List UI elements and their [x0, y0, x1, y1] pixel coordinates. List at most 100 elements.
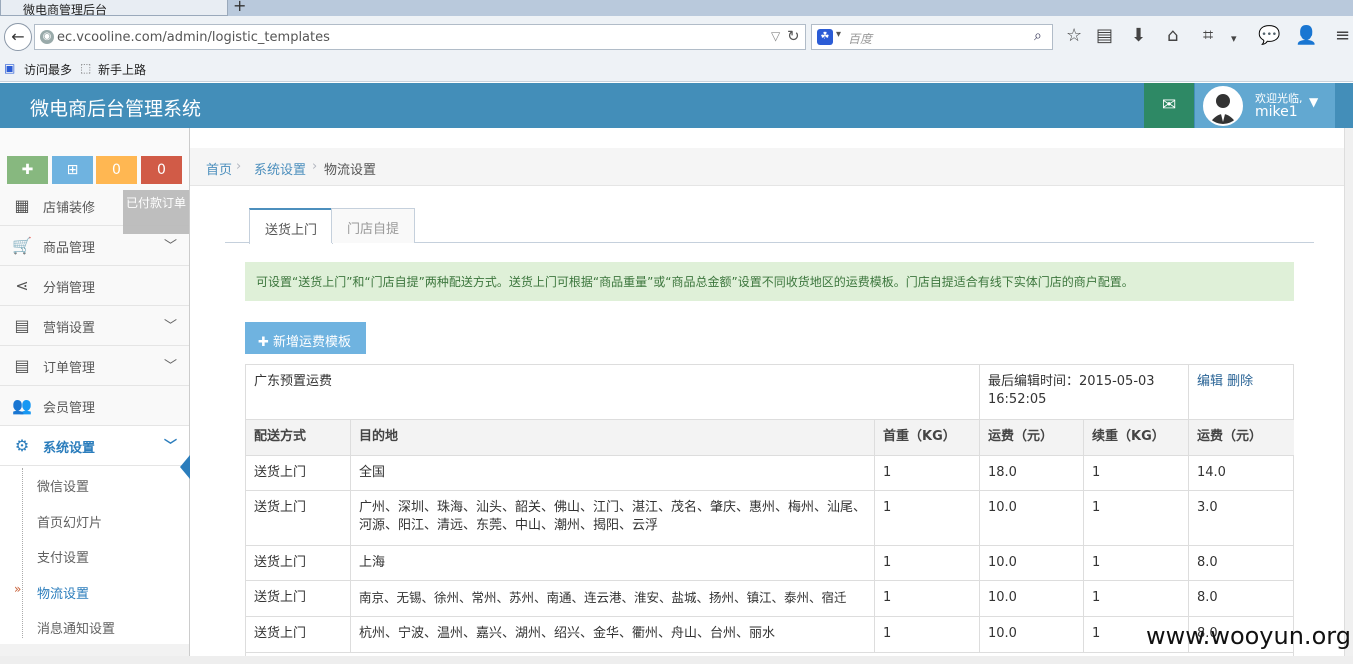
address-bar[interactable]: ◉ ec.vcooline.com/admin/logistic_templat…: [34, 24, 806, 50]
engine-dropdown-icon[interactable]: ▾: [836, 29, 841, 40]
horizontal-scrollbar[interactable]: [0, 656, 1353, 664]
add-shortcut-button[interactable]: ✚: [7, 156, 48, 184]
add-template-button[interactable]: ✚ 新增运费模板: [245, 322, 366, 354]
crop-dropdown-icon[interactable]: ▾: [1231, 29, 1237, 49]
sidebar-subitem-payment[interactable]: 支付设置: [0, 537, 189, 573]
sidebar-item-members[interactable]: 👥 会员管理: [0, 386, 189, 426]
dropdown-icon[interactable]: ▽: [771, 29, 780, 43]
last-edit-time: 16:52:05: [988, 392, 1047, 407]
reload-icon[interactable]: ↻: [787, 27, 800, 45]
menu-icon[interactable]: ≡: [1335, 26, 1350, 46]
grid-shortcut-button[interactable]: ⊞: [52, 156, 93, 184]
sidebar-item-marketing[interactable]: ▤ 营销设置 ﹀: [0, 306, 189, 346]
table-cell: 上海: [351, 546, 875, 581]
bookmark-page-icon: ⬚: [80, 61, 92, 75]
delete-link[interactable]: 删除: [1227, 374, 1253, 389]
home-icon[interactable]: ⌂: [1167, 26, 1178, 46]
url-text[interactable]: ec.vcooline.com/admin/logistic_templates: [57, 30, 330, 45]
table-cell: 10.0: [980, 581, 1084, 617]
watermark: www.wooyun.org: [1146, 622, 1351, 650]
vertical-scrollbar[interactable]: [1344, 128, 1353, 664]
baidu-icon[interactable]: ☘: [817, 29, 833, 45]
tab-pickup[interactable]: 门店自提: [331, 208, 416, 243]
user-menu[interactable]: 欢迎光临, mike1 ▼: [1195, 83, 1335, 128]
reading-list-icon[interactable]: ▤: [1096, 26, 1113, 46]
table-cell: 1: [875, 491, 980, 546]
new-tab-icon[interactable]: +: [233, 0, 246, 15]
chat-icon[interactable]: 💬: [1258, 26, 1280, 46]
table-cell: 10.0: [980, 617, 1084, 653]
bookmarks-bar: ▣ 访问最多 ⬚ 新手上路: [0, 58, 1353, 82]
cart-icon: 🛒: [12, 236, 32, 255]
table-cell: 1: [1084, 546, 1189, 581]
sidebar-subitem-logistics[interactable]: » 物流设置: [0, 573, 189, 609]
table-cell: 1: [875, 546, 980, 581]
brand-title[interactable]: 微电商后台管理系统: [30, 94, 201, 121]
plus-icon: ✚: [258, 335, 274, 350]
breadcrumb: 首页 › 系统设置 › 物流设置: [190, 148, 1344, 186]
breadcrumb-section[interactable]: 系统设置: [254, 159, 306, 178]
sidebar-subitem-wechat[interactable]: 微信设置: [0, 466, 189, 502]
info-alert: 可设置“送货上门”和“门店自提”两种配送方式。送货上门可根据“商品重量”或“商品…: [245, 262, 1294, 301]
browser-tab[interactable]: 微电商管理后台: [0, 0, 228, 16]
search-icon[interactable]: ⌕: [1034, 28, 1042, 44]
sidebar-subitem-label: 首页幻灯片: [37, 516, 103, 531]
sidebar-subitem-notifications[interactable]: 消息通知设置: [0, 608, 189, 644]
sidebar-item-system-settings[interactable]: ⚙ 系统设置 ﹀: [0, 426, 189, 466]
crop-icon[interactable]: ⌗: [1203, 26, 1213, 46]
sidebar-item-label: 营销设置: [43, 321, 96, 336]
document-icon: ▤: [14, 356, 30, 375]
search-input[interactable]: 百度: [848, 30, 872, 47]
last-edit-label: 最后编辑时间：2015-05-03: [988, 374, 1155, 389]
submenu-guide-line: [22, 468, 23, 638]
table-cell: 1: [875, 581, 980, 617]
star-icon[interactable]: ☆: [1066, 26, 1082, 46]
sidebar-item-orders[interactable]: ▤ 订单管理 ﹀: [0, 346, 189, 386]
back-arrow-icon[interactable]: ←: [4, 23, 32, 51]
edit-link[interactable]: 编辑: [1197, 374, 1223, 389]
grid-icon: ▦: [14, 196, 30, 215]
column-header: 目的地: [351, 420, 875, 456]
sidebar-item-distribution[interactable]: ⋖ 分销管理: [0, 266, 189, 306]
template-name: 广东预置运费: [246, 365, 980, 420]
download-icon[interactable]: ⬇: [1131, 26, 1146, 46]
bookmark-folder-icon: ▣: [4, 61, 16, 75]
chevron-down-icon: ﹀: [164, 239, 178, 254]
template-last-edit: 最后编辑时间：2015-05-03 16:52:05: [980, 365, 1189, 420]
column-header: 配送方式: [246, 420, 351, 456]
sidebar-item-label: 商品管理: [43, 241, 96, 256]
shortcut-count-button[interactable]: 0: [96, 156, 137, 184]
double-chevron-right-icon: »: [14, 582, 22, 596]
table-cell: 送货上门: [246, 491, 351, 546]
column-header: 运费（元）: [1189, 420, 1294, 456]
search-bar[interactable]: ☘ ▾ 百度 ⌕: [811, 24, 1053, 50]
users-icon: 👥: [12, 396, 32, 415]
active-indicator: [180, 455, 190, 479]
table-cell: 1: [1084, 491, 1189, 546]
gear-icon: ⚙: [14, 436, 30, 455]
sidebar-item-label: 订单管理: [43, 361, 96, 376]
document-icon: ▤: [14, 316, 30, 335]
bookmark-getting-started[interactable]: 新手上路: [98, 61, 146, 78]
share-icon: ⋖: [15, 276, 29, 295]
sidebar-subitem-slides[interactable]: 首页幻灯片: [0, 502, 189, 538]
breadcrumb-home[interactable]: 首页: [206, 159, 232, 178]
table-cell: 8.0: [1189, 581, 1294, 617]
table-cell: 14.0: [1189, 456, 1294, 491]
tab-delivery[interactable]: 送货上门: [249, 208, 334, 244]
caret-down-icon[interactable]: ▼: [1309, 95, 1318, 109]
column-header: 运费（元）: [980, 420, 1084, 456]
paid-orders-button[interactable]: 0: [141, 156, 182, 184]
sidebar-shortcuts: ✚ ⊞ 0 0: [0, 128, 189, 186]
browser-navbar: ← ◉ ec.vcooline.com/admin/logistic_templ…: [0, 16, 1353, 58]
bookmark-most-visited[interactable]: 访问最多: [24, 61, 72, 78]
username: mike1: [1255, 104, 1298, 120]
table-cell: 8.0: [1189, 546, 1294, 581]
breadcrumb-current: 物流设置: [324, 163, 377, 178]
account-icon[interactable]: 👤: [1295, 26, 1317, 46]
add-template-label: 新增运费模板: [273, 335, 352, 350]
template-actions: 编辑 删除: [1189, 365, 1294, 420]
mail-icon[interactable]: ✉: [1144, 83, 1194, 128]
sidebar-subitem-label: 物流设置: [37, 587, 90, 602]
table-cell: 送货上门: [246, 546, 351, 581]
